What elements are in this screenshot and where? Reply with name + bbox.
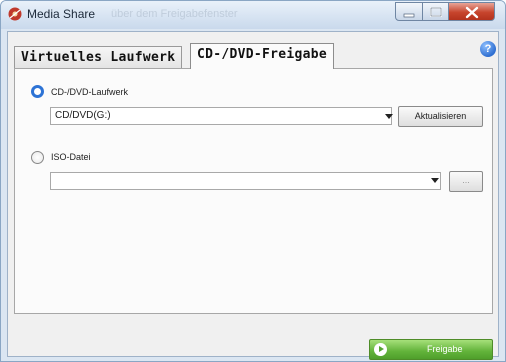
share-button-label: Freigabe bbox=[427, 344, 463, 354]
iso-radio[interactable] bbox=[31, 151, 44, 164]
drive-radio-label[interactable]: CD-/DVD-Laufwerk bbox=[51, 87, 128, 97]
tab-virtual-drive[interactable]: Virtuelles Laufwerk bbox=[14, 46, 183, 68]
maximize-icon bbox=[430, 7, 442, 17]
help-icon[interactable]: ? bbox=[480, 41, 496, 57]
refresh-button[interactable]: Aktualisieren bbox=[398, 106, 483, 127]
title-bar[interactable]: Media Share über dem Freigabefenster bbox=[1, 1, 505, 29]
close-button[interactable] bbox=[448, 2, 495, 21]
chevron-down-icon[interactable] bbox=[431, 178, 439, 183]
tab-panel bbox=[14, 68, 493, 314]
drive-select[interactable]: CD/DVD(G:) bbox=[50, 107, 392, 125]
play-icon bbox=[374, 343, 387, 356]
browse-button[interactable]: ... bbox=[449, 171, 483, 192]
drive-radio[interactable] bbox=[31, 85, 44, 98]
media-share-app-icon bbox=[8, 7, 22, 21]
minimize-icon bbox=[403, 13, 415, 18]
minimize-button[interactable] bbox=[395, 2, 423, 21]
tab-cd-dvd-share[interactable]: CD-/DVD-Freigabe bbox=[190, 43, 335, 69]
media-share-window: Media Share über dem Freigabefenster Vir… bbox=[0, 0, 506, 362]
iso-radio-label[interactable]: ISO-Datei bbox=[51, 152, 91, 162]
close-icon bbox=[465, 6, 479, 19]
chevron-down-icon[interactable] bbox=[385, 114, 393, 119]
share-button[interactable]: Freigabe bbox=[369, 339, 493, 360]
drive-select-value: CD/DVD(G:) bbox=[55, 110, 111, 121]
maximize-button[interactable] bbox=[422, 2, 449, 21]
iso-select[interactable] bbox=[50, 172, 441, 190]
client-area: Virtuelles Laufwerk CD-/DVD-Freigabe ? bbox=[7, 31, 499, 357]
window-title: Media Share bbox=[27, 7, 96, 21]
background-window-title: über dem Freigabefenster bbox=[111, 8, 238, 20]
